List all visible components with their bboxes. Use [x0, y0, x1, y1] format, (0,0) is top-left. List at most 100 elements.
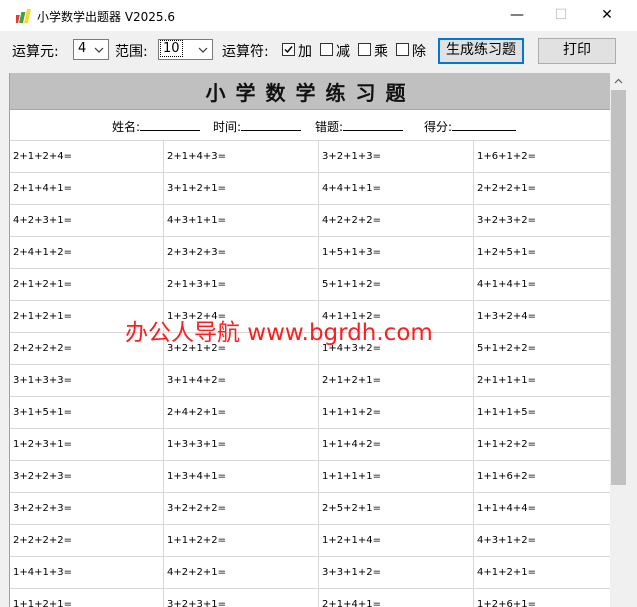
problem-row: 2+4+1+2= 2+3+2+3= 1+5+1+3= 1+2+5+1=	[10, 237, 611, 269]
problem-cell: 1+1+2+1=	[10, 589, 164, 607]
problem-row: 1+4+1+3= 4+2+2+1= 3+3+1+2= 4+1+2+1=	[10, 557, 611, 589]
problem-cell: 2+1+4+3=	[164, 141, 319, 172]
problem-cell: 3+2+3+2=	[477, 215, 536, 226]
operands-label: 运算元:	[12, 44, 59, 60]
problem-cell: 3+1+5+1=	[10, 397, 164, 428]
generate-button[interactable]: 生成练习题	[438, 38, 524, 64]
problem-cell: 4+1+4+1=	[477, 279, 536, 290]
problem-cell: 2+1+2+1=	[319, 365, 474, 396]
print-button[interactable]: 打印	[538, 38, 616, 64]
operators-label: 运算符:	[222, 44, 269, 60]
problem-cell: 2+1+3+1=	[164, 269, 319, 300]
errors-label: 错题:	[315, 120, 344, 134]
problem-cell: 1+1+6+2=	[477, 471, 536, 482]
range-label: 范围:	[115, 44, 148, 60]
problem-row: 2+1+2+1= 2+1+3+1= 5+1+1+2= 4+1+4+1=	[10, 269, 611, 301]
time-field: 时间:	[213, 118, 302, 135]
problem-cell: 2+1+4+1=	[319, 589, 474, 607]
problem-cell: 2+2+2+2=	[10, 525, 164, 556]
problem-cell: 2+1+2+1=	[10, 269, 164, 300]
add-checkbox[interactable]	[282, 43, 295, 56]
time-blank	[241, 119, 302, 131]
maximize-button[interactable]: ☐	[538, 0, 584, 31]
problem-cell: 2+1+2+4=	[10, 141, 164, 172]
app-logo-icon	[16, 9, 31, 23]
scrollbar-thumb[interactable]	[611, 90, 626, 485]
problem-cell: 1+1+1+1=	[319, 461, 474, 492]
problem-cell: 1+2+5+1=	[477, 247, 536, 258]
subtract-label: 减	[336, 44, 350, 60]
problem-cell: 1+1+4+4=	[477, 503, 536, 514]
problem-cell: 3+2+2+3=	[10, 493, 164, 524]
problem-cell: 3+2+1+3=	[319, 141, 474, 172]
range-value: 10	[160, 40, 183, 57]
problem-row: 1+2+3+1= 1+3+3+1= 1+1+4+2= 1+1+2+2=	[10, 429, 611, 461]
name-blank	[140, 119, 201, 131]
score-blank	[452, 119, 517, 131]
window-title: 小学数学出题器 V2025.6	[37, 10, 176, 24]
problem-cell: 1+2+6+1=	[477, 599, 536, 607]
errors-blank	[343, 119, 404, 131]
problem-cell: 2+3+2+3=	[164, 237, 319, 268]
problem-cell: 5+1+2+2=	[477, 343, 536, 354]
problem-row: 3+1+3+3= 3+1+4+2= 2+1+2+1= 2+1+1+1=	[10, 365, 611, 397]
problem-cell: 1+1+4+2=	[319, 429, 474, 460]
problem-cell: 2+4+1+2=	[10, 237, 164, 268]
info-row: 姓名: 时间: 错题: 得分:	[10, 110, 611, 141]
problem-row: 2+1+4+1= 3+1+2+1= 4+4+1+1= 2+2+2+1=	[10, 173, 611, 205]
problem-row: 2+1+2+4= 2+1+4+3= 3+2+1+3= 1+6+1+2=	[10, 141, 611, 173]
minimize-button[interactable]: —	[494, 0, 540, 31]
problem-cell: 1+5+1+3=	[319, 237, 474, 268]
problem-cell: 1+2+1+4=	[319, 525, 474, 556]
errors-field: 错题:	[315, 118, 404, 135]
problem-cell: 3+1+3+3=	[10, 365, 164, 396]
multiply-label: 乘	[374, 44, 388, 60]
checkmark-icon	[284, 46, 293, 54]
operands-value: 4	[78, 41, 87, 56]
problem-cell: 3+1+2+1=	[164, 173, 319, 204]
problem-cell: 4+3+1+1=	[164, 205, 319, 236]
problem-cell: 4+2+2+1=	[164, 557, 319, 588]
divide-label: 除	[412, 44, 426, 60]
problem-cell: 1+4+1+3=	[10, 557, 164, 588]
problem-cell: 3+2+3+1=	[164, 589, 319, 607]
multiply-checkbox[interactable]	[358, 43, 371, 56]
name-label: 姓名:	[112, 120, 141, 134]
problem-grid: 2+1+2+4= 2+1+4+3= 3+2+1+3= 1+6+1+2= 2+1+4+1=…	[10, 140, 611, 607]
problem-cell: 3+3+1+2=	[319, 557, 474, 588]
score-label: 得分:	[424, 120, 453, 134]
divide-checkbox[interactable]	[396, 43, 409, 56]
problem-cell: 1+1+1+2=	[319, 397, 474, 428]
problem-cell: 3+2+2+2=	[164, 493, 319, 524]
problem-row: 1+1+2+1= 3+2+3+1= 2+1+4+1= 1+2+6+1=	[10, 589, 611, 607]
problem-cell: 3+2+2+3=	[10, 461, 164, 492]
problem-cell: 4+4+1+1=	[319, 173, 474, 204]
problem-cell: 1+3+4+1=	[164, 461, 319, 492]
subtract-checkbox[interactable]	[320, 43, 333, 56]
problem-cell: 2+2+2+1=	[477, 183, 536, 194]
toolbar: 运算元: 4 范围: 10 运算符: 加 减 乘 除 生成练习题 打印	[0, 31, 637, 73]
problem-cell: 3+1+4+2=	[164, 365, 319, 396]
close-button[interactable]: ✕	[584, 0, 630, 31]
range-select[interactable]: 10	[158, 39, 213, 60]
problem-row: 3+1+5+1= 2+4+2+1= 1+1+1+2= 1+1+1+5=	[10, 397, 611, 429]
problem-cell: 4+2+2+2=	[319, 205, 474, 236]
problem-cell: 1+3+2+4=	[477, 311, 536, 322]
chevron-up-icon[interactable]	[610, 73, 627, 90]
problem-cell: 1+6+1+2=	[477, 151, 536, 162]
chevron-down-icon	[94, 47, 104, 53]
problem-cell: 1+2+3+1=	[10, 429, 164, 460]
problem-row: 4+2+3+1= 4+3+1+1= 4+2+2+2= 3+2+3+2=	[10, 205, 611, 237]
operands-select[interactable]: 4	[73, 39, 109, 60]
watermark: 办公人导航 www.bgrdh.com	[125, 320, 433, 346]
problem-cell: 1+1+2+2=	[164, 525, 319, 556]
problem-cell: 1+1+2+2=	[477, 439, 536, 450]
problem-cell: 2+5+2+1=	[319, 493, 474, 524]
problem-cell: 4+3+1+2=	[477, 535, 536, 546]
problem-cell: 2+1+4+1=	[10, 173, 164, 204]
chevron-down-icon	[198, 47, 208, 53]
vertical-scrollbar[interactable]	[610, 73, 627, 607]
time-label: 时间:	[213, 120, 242, 134]
problem-cell: 4+2+3+1=	[10, 205, 164, 236]
problem-cell: 4+1+2+1=	[477, 567, 536, 578]
